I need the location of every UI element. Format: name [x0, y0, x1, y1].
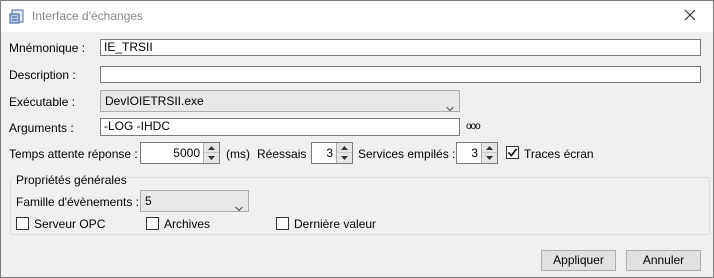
timeout-spin-buttons [203, 143, 219, 163]
mnemonic-label: Mnémonique : [9, 41, 86, 55]
timeout-value: 5000 [173, 146, 200, 160]
opc-server-checkbox[interactable] [16, 217, 29, 230]
spin-down-icon[interactable] [482, 153, 497, 163]
spin-down-icon[interactable] [204, 153, 219, 163]
close-button[interactable] [667, 1, 713, 32]
chevron-down-icon [446, 98, 454, 112]
screen-traces-checkbox[interactable] [506, 146, 519, 159]
cancel-button[interactable]: Annuler [626, 250, 701, 271]
app-icon [9, 8, 26, 25]
event-family-label: Famille d'évènements : [16, 195, 140, 209]
stacked-services-label: Services empilés : [358, 147, 456, 161]
executable-select[interactable]: DevIOIETRSII.exe [100, 90, 460, 112]
executable-label: Exécutable : [9, 95, 76, 109]
window-title: Interface d'échanges [32, 9, 144, 23]
exchange-interface-dialog: Interface d'échanges Mnémonique : IE_TRS… [0, 0, 714, 278]
timeout-spinner[interactable]: 5000 [140, 142, 220, 164]
timeout-unit: (ms) [226, 147, 250, 161]
event-family-value: 5 [145, 194, 152, 208]
apply-button[interactable]: Appliquer [541, 250, 616, 271]
last-value-checkbox[interactable] [276, 217, 289, 230]
retries-spin-buttons [336, 143, 352, 163]
opc-server-label: Serveur OPC [34, 217, 106, 231]
spin-up-icon[interactable] [482, 143, 497, 153]
arguments-label: Arguments : [9, 121, 74, 135]
spin-up-icon[interactable] [337, 143, 352, 153]
archives-checkbox[interactable] [146, 217, 159, 230]
spin-down-icon[interactable] [337, 153, 352, 163]
chevron-down-icon [235, 198, 243, 212]
close-icon [684, 9, 696, 24]
executable-value: DevIOIETRSII.exe [105, 94, 204, 108]
browse-arguments-button[interactable]: ooo [466, 121, 481, 132]
retries-label: Réessais : [257, 147, 314, 161]
spin-up-icon[interactable] [204, 143, 219, 153]
general-properties-title: Propriétés générales [14, 173, 129, 187]
stacked-services-value: 3 [471, 146, 478, 160]
retries-spinner[interactable]: 3 [311, 142, 353, 164]
description-input[interactable] [100, 66, 701, 83]
title-bar: Interface d'échanges [1, 1, 713, 32]
stacked-services-spin-buttons [481, 143, 497, 163]
archives-label: Archives [164, 217, 211, 231]
retries-value: 3 [326, 146, 333, 160]
stacked-services-spinner[interactable]: 3 [456, 142, 498, 164]
timeout-label: Temps attente réponse : [9, 147, 138, 161]
arguments-input[interactable]: -LOG -IHDC [100, 118, 460, 136]
description-label: Description : [9, 68, 76, 82]
last-value-label: Dernière valeur [294, 217, 377, 231]
mnemonic-input[interactable]: IE_TRSII [100, 39, 701, 56]
event-family-select[interactable]: 5 [140, 190, 249, 212]
screen-traces-label: Traces écran [524, 147, 594, 161]
checkmark-icon [507, 148, 518, 157]
